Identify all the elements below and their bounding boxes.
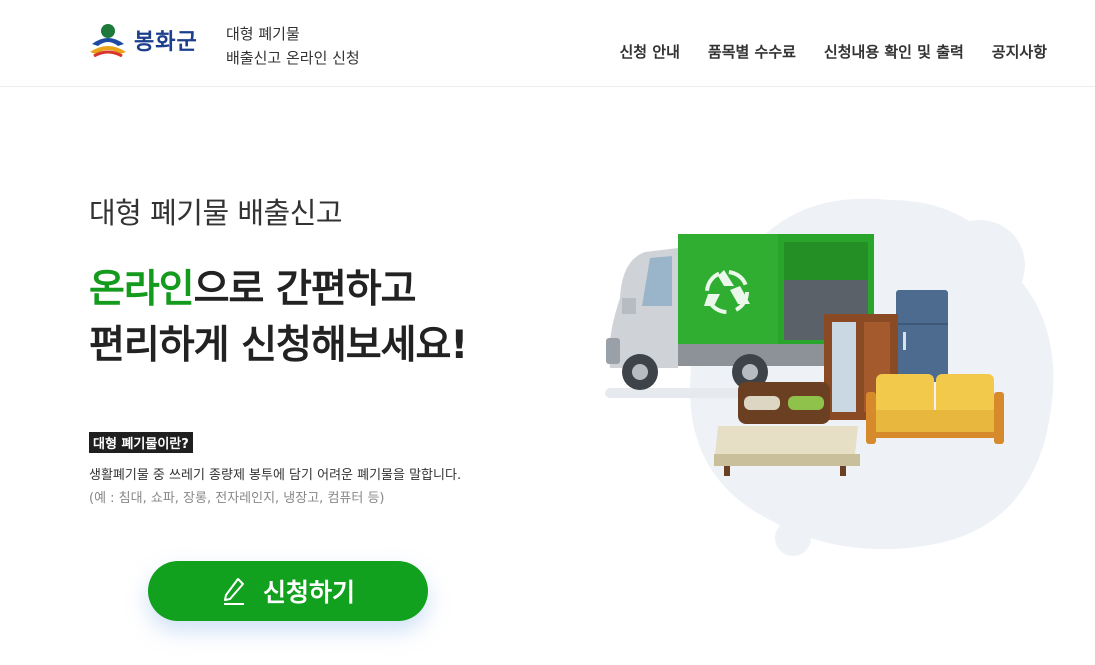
definition-label: 대형 폐기물이란? bbox=[89, 432, 193, 453]
county-logo-icon bbox=[90, 24, 126, 58]
hero-title-accent: 온라인 bbox=[89, 267, 195, 312]
site-title-line1: 대형 폐기물 bbox=[226, 25, 300, 43]
site-header: 봉화군 대형 폐기물 배출신고 온라인 신청 신청 안내 품목별 수수료 신청내… bbox=[0, 0, 1095, 87]
nav-notices[interactable]: 공지사항 bbox=[992, 41, 1047, 62]
hero-title-line2: 편리하게 신청해보세요! bbox=[89, 323, 468, 368]
apply-button-label: 신청하기 bbox=[262, 578, 355, 607]
county-logo[interactable]: 봉화군 bbox=[88, 22, 198, 58]
site-title: 대형 폐기물 배출신고 온라인 신청 bbox=[226, 22, 360, 70]
definition-text: 생활폐기물 중 쓰레기 종량제 봉투에 담기 어려운 폐기물을 말합니다. bbox=[89, 468, 462, 483]
hero-title: 온라인으로 간편하고 편리하게 신청해보세요! bbox=[89, 262, 468, 374]
hero-title-line1: 으로 간편하고 bbox=[193, 267, 417, 312]
apply-button[interactable]: 신청하기 bbox=[148, 561, 428, 621]
site-title-line2: 배출신고 온라인 신청 bbox=[226, 49, 360, 67]
hero-subtitle: 대형 폐기물 배출신고 bbox=[89, 196, 343, 230]
nav-guide[interactable]: 신청 안내 bbox=[619, 41, 679, 62]
nav-check-print[interactable]: 신청내용 확인 및 출력 bbox=[824, 41, 964, 62]
logo-text: 봉화군 bbox=[134, 30, 198, 55]
pencil-icon bbox=[223, 578, 244, 605]
nav-fees[interactable]: 품목별 수수료 bbox=[708, 41, 796, 62]
main-nav: 신청 안내 품목별 수수료 신청내용 확인 및 출력 공지사항 bbox=[619, 41, 1047, 62]
waste-truck-illustration bbox=[605, 198, 1054, 556]
definition-example: (예 : 침대, 쇼파, 장롱, 전자레인지, 냉장고, 컴퓨터 등) bbox=[89, 491, 385, 506]
